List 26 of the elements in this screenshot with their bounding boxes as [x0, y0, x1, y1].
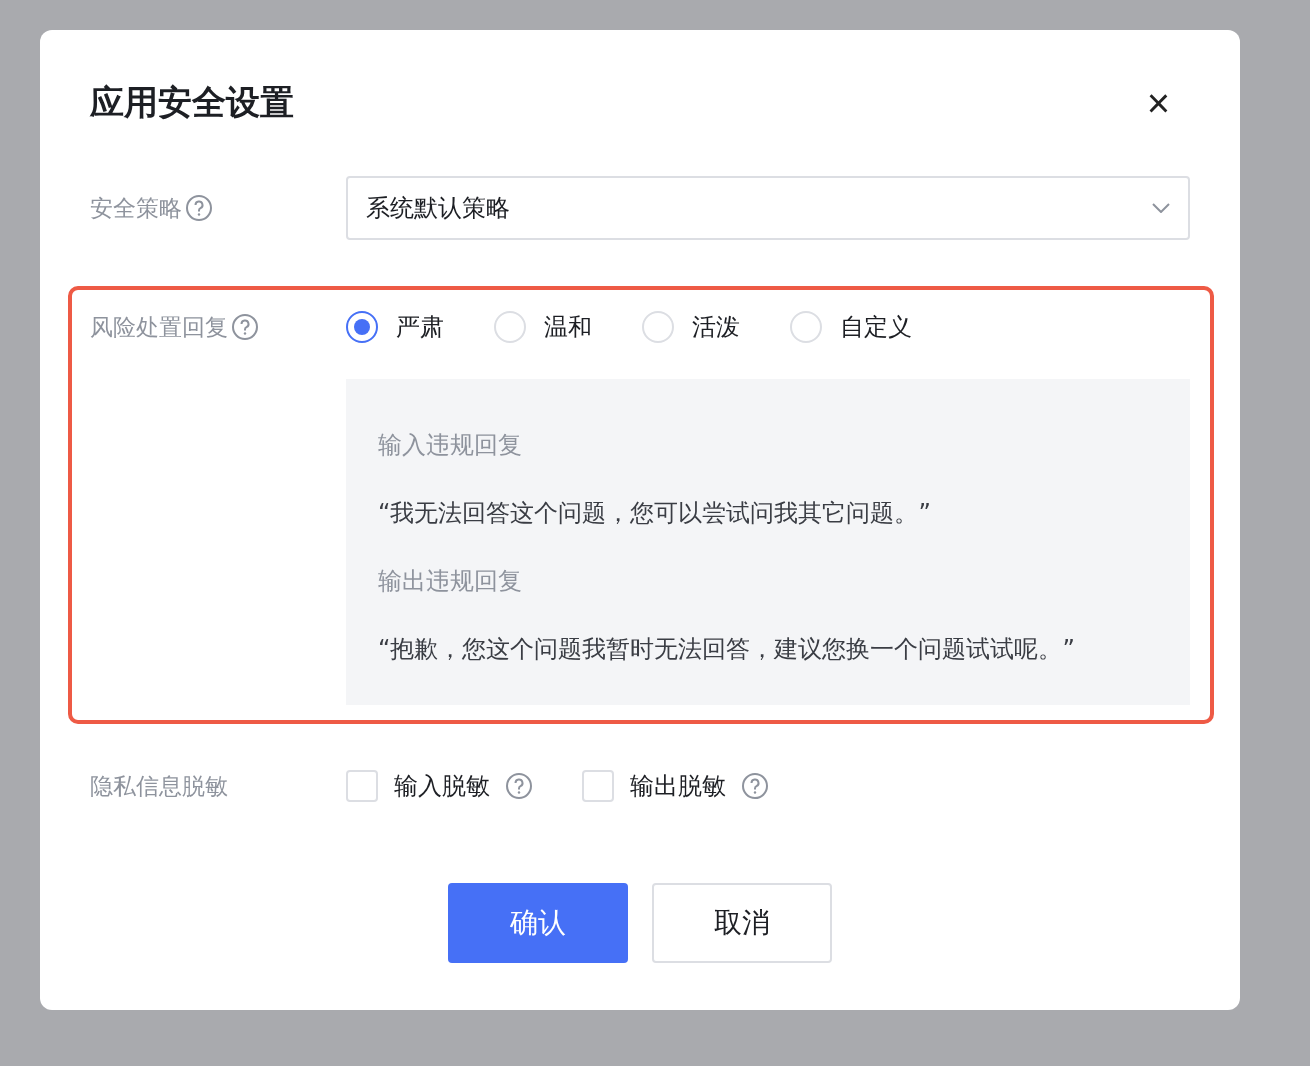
preview-text: “抱歉，您这个问题我暂时无法回答，建议您换一个问题试试呢。”	[378, 634, 1076, 665]
checkbox-label[interactable]: 输出脱敏	[630, 770, 726, 802]
checkbox[interactable]	[346, 770, 378, 802]
radio-label[interactable]: 活泼	[692, 311, 740, 343]
radio-label[interactable]: 自定义	[840, 311, 912, 343]
help-icon[interactable]	[742, 773, 768, 799]
policy-select[interactable]: 系统默认策略	[346, 176, 1190, 240]
field-label: 安全策略	[90, 193, 182, 223]
close-button[interactable]: ×	[1146, 83, 1170, 123]
dialog-title: 应用安全设置	[90, 81, 294, 124]
help-icon[interactable]	[506, 773, 532, 799]
field-label: 风险处置回复	[90, 312, 228, 342]
field-label: 隐私信息脱敏	[90, 771, 228, 801]
help-icon[interactable]	[232, 314, 258, 340]
cancel-button[interactable]: 取消	[652, 883, 832, 963]
radio-button[interactable]	[346, 311, 378, 343]
chevron-down-icon	[1152, 203, 1170, 213]
radio-label[interactable]: 严肃	[396, 311, 444, 343]
confirm-button[interactable]: 确认	[448, 883, 628, 963]
preview-text: “我无法回答这个问题，您可以尝试问我其它问题。”	[378, 498, 932, 529]
help-icon[interactable]	[186, 195, 212, 221]
checkbox-label[interactable]: 输入脱敏	[394, 770, 490, 802]
preview-heading: 输出违规回复	[378, 566, 523, 597]
checkbox[interactable]	[582, 770, 614, 802]
preview-heading: 输入违规回复	[378, 430, 523, 461]
radio-label[interactable]: 温和	[544, 311, 592, 343]
